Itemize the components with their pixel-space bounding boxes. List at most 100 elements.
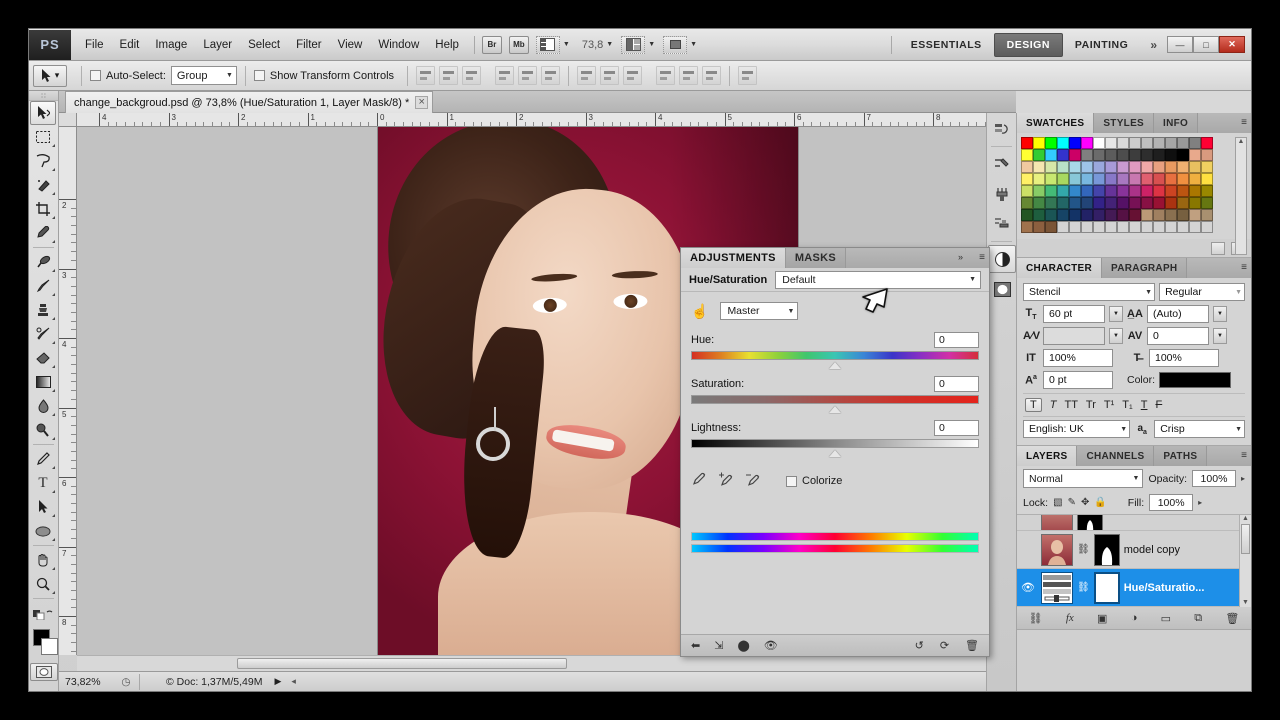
color-swatch[interactable] [1021,185,1033,197]
menu-edit[interactable]: Edit [112,36,148,54]
color-swatch[interactable] [1177,221,1189,233]
color-swatch[interactable] [1057,173,1069,185]
color-swatch[interactable] [1105,209,1117,221]
underline-button[interactable]: T [1141,399,1148,411]
layer-list[interactable]: ⛓ model copy 👁 ⛓ Hue/Saturatio... ▲ ▼ [1017,514,1251,607]
masks-panel-icon[interactable] [988,275,1016,303]
delete-adjustment-layer-icon[interactable]: 🗑 [965,639,979,652]
opacity-field[interactable]: 100% [1191,470,1236,487]
color-swatch[interactable] [1033,161,1045,173]
tool-ellipse[interactable] [29,519,57,543]
color-swatch[interactable] [1189,185,1201,197]
zoom-caret-icon[interactable]: ▼ [606,41,613,48]
tool-blur[interactable] [29,394,57,418]
add-layer-mask-icon[interactable]: ▣ [1097,612,1107,625]
superscript-button[interactable]: T¹ [1104,399,1114,411]
color-swatch[interactable] [1045,197,1057,209]
color-swatch[interactable] [1057,137,1069,149]
table-row[interactable]: 👁 ⛓ Hue/Saturatio... [1017,569,1251,607]
tool-rectangular-marquee[interactable] [29,125,57,149]
color-swatch[interactable] [1069,137,1081,149]
lock-transparent-pixels-icon[interactable]: ▧ [1053,497,1062,508]
color-swatch[interactable] [1057,221,1069,233]
horizontal-scale-field[interactable]: 100% [1149,349,1219,367]
return-to-adjustment-list-icon[interactable]: ⬅ [691,639,700,652]
tab-masks[interactable]: MASKS [785,248,847,268]
hue-slider-track[interactable] [691,351,979,369]
color-swatch[interactable] [1093,185,1105,197]
blend-mode-dropdown[interactable]: Normal ▼ [1023,469,1144,488]
color-swatch[interactable] [1105,197,1117,209]
color-swatch[interactable] [1021,161,1033,173]
bridge-button[interactable]: Br [481,35,502,54]
color-swatch[interactable] [1093,161,1105,173]
font-size-caret-icon[interactable]: ▼ [1109,306,1123,322]
color-swatch[interactable] [1141,221,1153,233]
menu-window[interactable]: Window [370,36,427,54]
swatch-grid[interactable] [1021,137,1213,233]
auto-select-checkbox[interactable] [90,70,101,81]
align-top-edges-icon[interactable] [495,66,515,85]
strikethrough-button[interactable]: F [1155,399,1162,411]
color-swatch[interactable] [1117,209,1129,221]
color-swatch[interactable] [1153,161,1165,173]
menu-layer[interactable]: Layer [195,36,240,54]
color-swatch[interactable] [1057,209,1069,221]
lock-all-icon[interactable]: 🔒 [1094,497,1106,508]
color-swatch[interactable] [1105,149,1117,161]
tool-lasso[interactable] [29,149,57,173]
menu-view[interactable]: View [330,36,371,54]
baseline-shift-field[interactable]: 0 pt [1043,371,1113,389]
color-swatch[interactable] [1093,221,1105,233]
color-swatch[interactable] [1177,185,1189,197]
tab-adjustments[interactable]: ADJUSTMENTS [681,248,786,268]
link-icon[interactable]: ⛓ [1077,582,1090,593]
add-layer-style-icon[interactable]: fx [1066,612,1074,624]
color-swatch[interactable] [1141,197,1153,209]
show-transform-checkbox[interactable] [253,70,265,81]
status-zoom[interactable]: 73,82% [59,676,113,688]
color-swatch[interactable] [1117,173,1129,185]
color-swatch[interactable] [1033,221,1045,233]
color-swatch[interactable] [1117,197,1129,209]
color-swatch[interactable] [1105,137,1117,149]
saturation-slider-track[interactable] [691,395,979,413]
tool-spot-healing-brush[interactable] [29,250,57,274]
workspace-design[interactable]: DESIGN [993,32,1063,57]
color-swatch[interactable] [1057,149,1069,161]
table-row[interactable] [1017,515,1251,531]
tool-pen[interactable] [29,447,57,471]
faux-bold-button[interactable]: T [1025,398,1042,412]
layer-mask-thumbnail[interactable] [1077,515,1103,530]
color-swatch[interactable] [1117,185,1129,197]
color-swatch[interactable] [1165,185,1177,197]
saturation-slider-handle[interactable] [829,406,841,413]
color-swatch[interactable] [1189,197,1201,209]
maximize-button[interactable]: □ [1193,36,1219,53]
layers-scrollbar[interactable]: ▲ ▼ [1239,515,1251,607]
menu-help[interactable]: Help [427,36,467,54]
small-caps-button[interactable]: Tr [1086,399,1096,411]
targeted-adjustment-icon[interactable]: ☝ [691,303,708,320]
color-swatch[interactable] [1165,161,1177,173]
distribute-vertical-centers-icon[interactable] [600,66,620,85]
distribute-horizontal-centers-icon[interactable] [679,66,699,85]
color-swatch[interactable] [1189,209,1201,221]
link-icon[interactable]: ⛓ [1077,544,1090,555]
table-row[interactable]: ⛓ model copy [1017,531,1251,569]
color-swatch[interactable] [1141,185,1153,197]
tool-dodge[interactable] [29,418,57,442]
brush-presets-icon[interactable] [988,180,1016,208]
color-swatch[interactable] [1165,209,1177,221]
align-bottom-edges-icon[interactable] [541,66,561,85]
color-swatch[interactable] [1153,149,1165,161]
antialias-dropdown[interactable]: Crisp ▼ [1154,420,1245,438]
kerning-caret-icon[interactable]: ▼ [1109,328,1123,344]
vertical-scale-field[interactable]: 100% [1043,349,1113,367]
color-swatch[interactable] [1045,149,1057,161]
background-color-swatch[interactable] [41,638,58,655]
horizontal-ruler[interactable]: 4 3 2 1 0 1 2 3 4 5 6 7 8 [77,113,1016,127]
new-adjustment-layer-icon[interactable]: ◑ [1131,612,1138,624]
color-swatch[interactable] [1153,221,1165,233]
eye-icon[interactable]: 👁 [1019,581,1037,594]
